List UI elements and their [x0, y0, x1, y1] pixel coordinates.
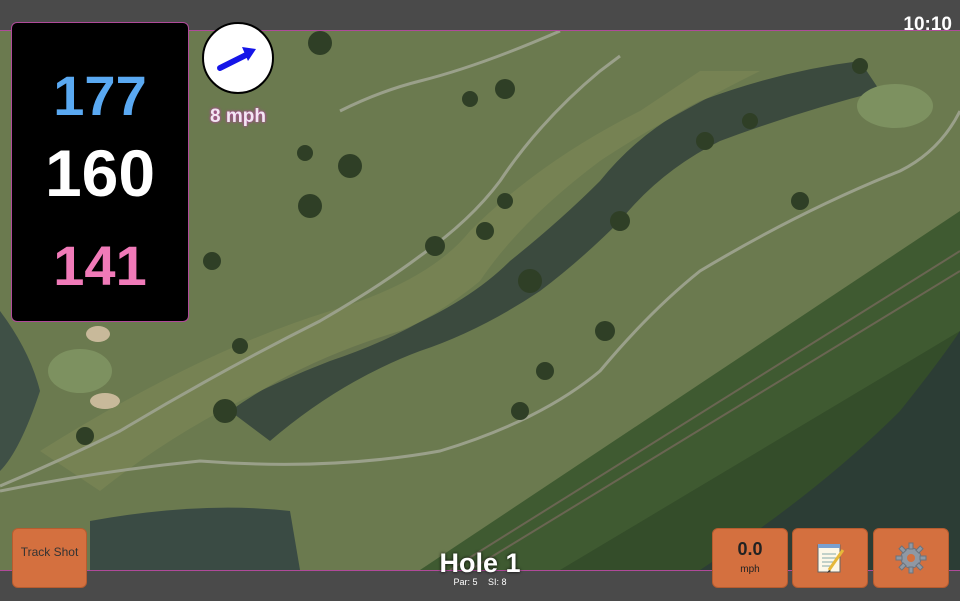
gear-icon: [895, 542, 927, 574]
settings-button[interactable]: [873, 528, 949, 588]
speed-value: 0.0: [737, 539, 763, 559]
notepad-icon: [817, 544, 845, 573]
hole-par: Par: 5: [453, 577, 478, 587]
hole-info: Par: 5 SI: 8: [380, 577, 580, 587]
back-distance: 177: [53, 64, 147, 127]
track-shot-button[interactable]: Track Shot: [12, 528, 87, 588]
distance-panel: 177 160 141: [11, 22, 189, 322]
hole-title: Hole 1: [439, 548, 521, 578]
clock: 10:10: [903, 14, 952, 35]
speed-unit: mph: [740, 564, 760, 575]
middle-distance: 160: [44, 136, 156, 210]
hole-stroke-index: SI: 8: [488, 577, 507, 587]
notes-button[interactable]: [792, 528, 868, 588]
wind-speed: 8 mph: [210, 106, 266, 127]
speed-button[interactable]: 0.0 mph: [712, 528, 788, 588]
arrow-icon: [217, 47, 256, 71]
wind-direction-indicator: [202, 22, 274, 94]
front-distance: 141: [53, 234, 147, 297]
track-shot-label: Track Shot: [20, 545, 79, 559]
